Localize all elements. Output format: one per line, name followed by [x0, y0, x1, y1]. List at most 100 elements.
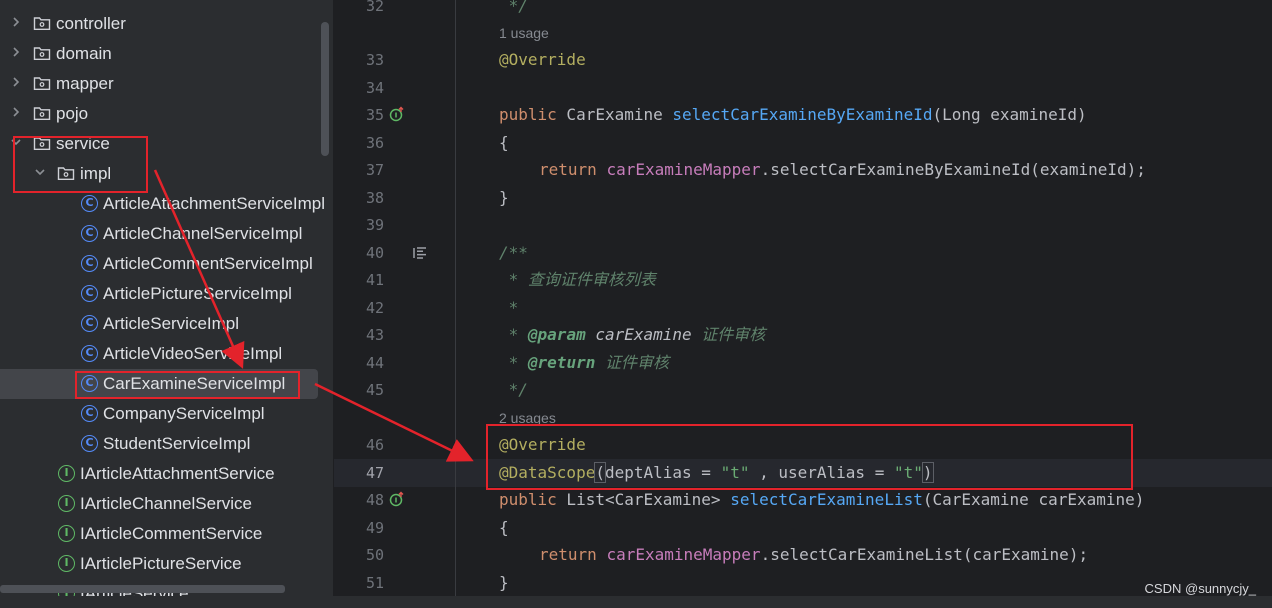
javadoc-tag: @return: [527, 353, 596, 372]
line-number: 48: [365, 491, 384, 509]
keyword-token: public: [499, 105, 557, 124]
render-doc-icon[interactable]: [412, 245, 428, 261]
tree-item-label: ArticleCommentServiceImpl: [103, 254, 313, 273]
javadoc-param-name: carExamine: [585, 325, 692, 344]
tree-item-controller[interactable]: controller: [0, 9, 333, 39]
tree-item-interface[interactable]: I IArticlePictureService: [0, 549, 333, 579]
line-number: 44: [365, 354, 384, 372]
code-editor[interactable]: 32 33 34 35 36 37 38 39 40 41 42 43 44 4…: [334, 0, 1272, 608]
project-tree[interactable]: controller domain mapper pojo service im…: [0, 0, 333, 608]
code-line-45: */: [499, 380, 528, 399]
package-folder-icon: [33, 75, 51, 91]
tree-item-class[interactable]: C StudentServiceImpl: [0, 429, 333, 459]
line-number: 43: [365, 326, 384, 344]
line-number: 36: [365, 134, 384, 152]
code-line-40: /**: [499, 243, 528, 262]
tree-item-label: pojo: [56, 104, 89, 123]
tree-item-class[interactable]: C ArticleServiceImpl: [0, 309, 333, 339]
interface-icon: I: [58, 555, 75, 572]
comment-text: 证件审核: [595, 353, 669, 372]
interface-icon: I: [58, 465, 75, 482]
tree-item-label: CompanyServiceImpl: [103, 404, 265, 423]
tree-item-class[interactable]: C ArticleChannelServiceImpl: [0, 219, 333, 249]
tree-item-label: IArticlePictureService: [80, 554, 242, 573]
tree-item-label: ArticleServiceImpl: [103, 314, 240, 333]
tree-item-interface[interactable]: I IArticleCommentService: [0, 519, 333, 549]
tree-item-domain[interactable]: domain: [0, 39, 333, 69]
line-number: 41: [365, 271, 384, 289]
code-line-38: }: [499, 188, 509, 207]
tree-item-label: IArticleChannelService: [80, 494, 252, 513]
tree-item-label: ArticlePictureServiceImpl: [103, 284, 292, 303]
tree-item-label: IArticleAttachmentService: [80, 464, 275, 483]
tree-item-label: domain: [56, 44, 112, 63]
bottom-bar: [0, 596, 1272, 608]
call-token: .selectCarExamineList(carExamine);: [760, 545, 1089, 564]
chevron-right-icon[interactable]: [9, 16, 23, 30]
code-line-36: {: [499, 133, 509, 152]
highlight-box-selected-class: [75, 371, 300, 399]
call-token: .selectCarExamineByExamineId(examineId);: [760, 160, 1146, 179]
line-number: 45: [365, 381, 384, 399]
keyword-token: return: [539, 545, 597, 564]
field-token: carExamineMapper: [606, 545, 761, 564]
package-folder-icon: [33, 15, 51, 31]
line-number: 40: [365, 244, 384, 262]
tree-item-label: IArticleCommentService: [80, 524, 263, 543]
code-line-42: *: [499, 298, 519, 317]
chevron-right-icon[interactable]: [9, 76, 23, 90]
tree-horizontal-scrollbar[interactable]: [0, 585, 285, 593]
line-number: 33: [365, 51, 384, 69]
tree-item-mapper[interactable]: mapper: [0, 69, 333, 99]
class-icon: C: [81, 195, 98, 212]
fold-gutter-edge: [455, 0, 456, 608]
highlight-box-annotations: [486, 424, 1133, 490]
code-line-50: return carExamineMapper.selectCarExamine…: [539, 545, 1088, 565]
tree-item-class[interactable]: C ArticleVideoServiceImpl: [0, 339, 333, 369]
editor-gutter: 32 33 34 35 36 37 38 39 40 41 42 43 44 4…: [334, 0, 456, 608]
tree-item-label: ArticleAttachmentServiceImpl: [103, 194, 326, 213]
tree-item-class[interactable]: C CompanyServiceImpl: [0, 399, 333, 429]
tree-item-class[interactable]: C ArticleAttachmentServiceImpl: [0, 189, 333, 219]
keyword-token: return: [539, 160, 597, 179]
class-icon: C: [81, 225, 98, 242]
usages-hint[interactable]: 1 usage: [499, 25, 549, 41]
interface-icon: I: [58, 495, 75, 512]
code-line-48: public List<CarExamine> selectCarExamine…: [499, 490, 1144, 510]
class-icon: C: [81, 255, 98, 272]
line-number: 35: [365, 106, 384, 124]
line-number: 38: [365, 189, 384, 207]
method-name-token: selectCarExamineByExamineId: [672, 105, 933, 124]
tree-item-class[interactable]: C ArticlePictureServiceImpl: [0, 279, 333, 309]
line-number: 39: [365, 216, 384, 234]
params-token: (Long examineId): [932, 105, 1087, 124]
type-token: CarExamine: [556, 105, 673, 124]
annotation-token: @Override: [499, 50, 586, 69]
tree-item-label: ArticleVideoServiceImpl: [103, 344, 283, 363]
line-number: 32: [365, 0, 384, 15]
tree-item-interface[interactable]: I IArticleAttachmentService: [0, 459, 333, 489]
code-line-51: }: [499, 573, 509, 592]
line-number: 34: [365, 79, 384, 97]
keyword-token: public: [499, 490, 557, 509]
tree-item-pojo[interactable]: pojo: [0, 99, 333, 129]
line-number: 42: [365, 299, 384, 317]
tree-item-interface[interactable]: I IArticleChannelService: [0, 489, 333, 519]
type-token: List<CarExamine>: [556, 490, 731, 509]
watermark: CSDN @sunnycjy_: [1144, 581, 1256, 596]
class-icon: C: [81, 345, 98, 362]
tree-vertical-scrollbar[interactable]: [321, 22, 329, 156]
code-line-43: * @param carExamine 证件审核: [499, 325, 766, 345]
class-icon: C: [81, 405, 98, 422]
line-number-current: 47: [365, 464, 384, 482]
method-name-token: selectCarExamineList: [730, 490, 923, 509]
chevron-right-icon[interactable]: [9, 46, 23, 60]
line-number: 37: [365, 161, 384, 179]
chevron-right-icon[interactable]: [9, 106, 23, 120]
tree-item-class[interactable]: C ArticleCommentServiceImpl: [0, 249, 333, 279]
implements-method-icon[interactable]: [389, 491, 405, 507]
class-icon: C: [81, 315, 98, 332]
line-number: 46: [365, 436, 384, 454]
implements-method-icon[interactable]: [389, 106, 405, 122]
tree-item-label: ArticleChannelServiceImpl: [103, 224, 303, 243]
